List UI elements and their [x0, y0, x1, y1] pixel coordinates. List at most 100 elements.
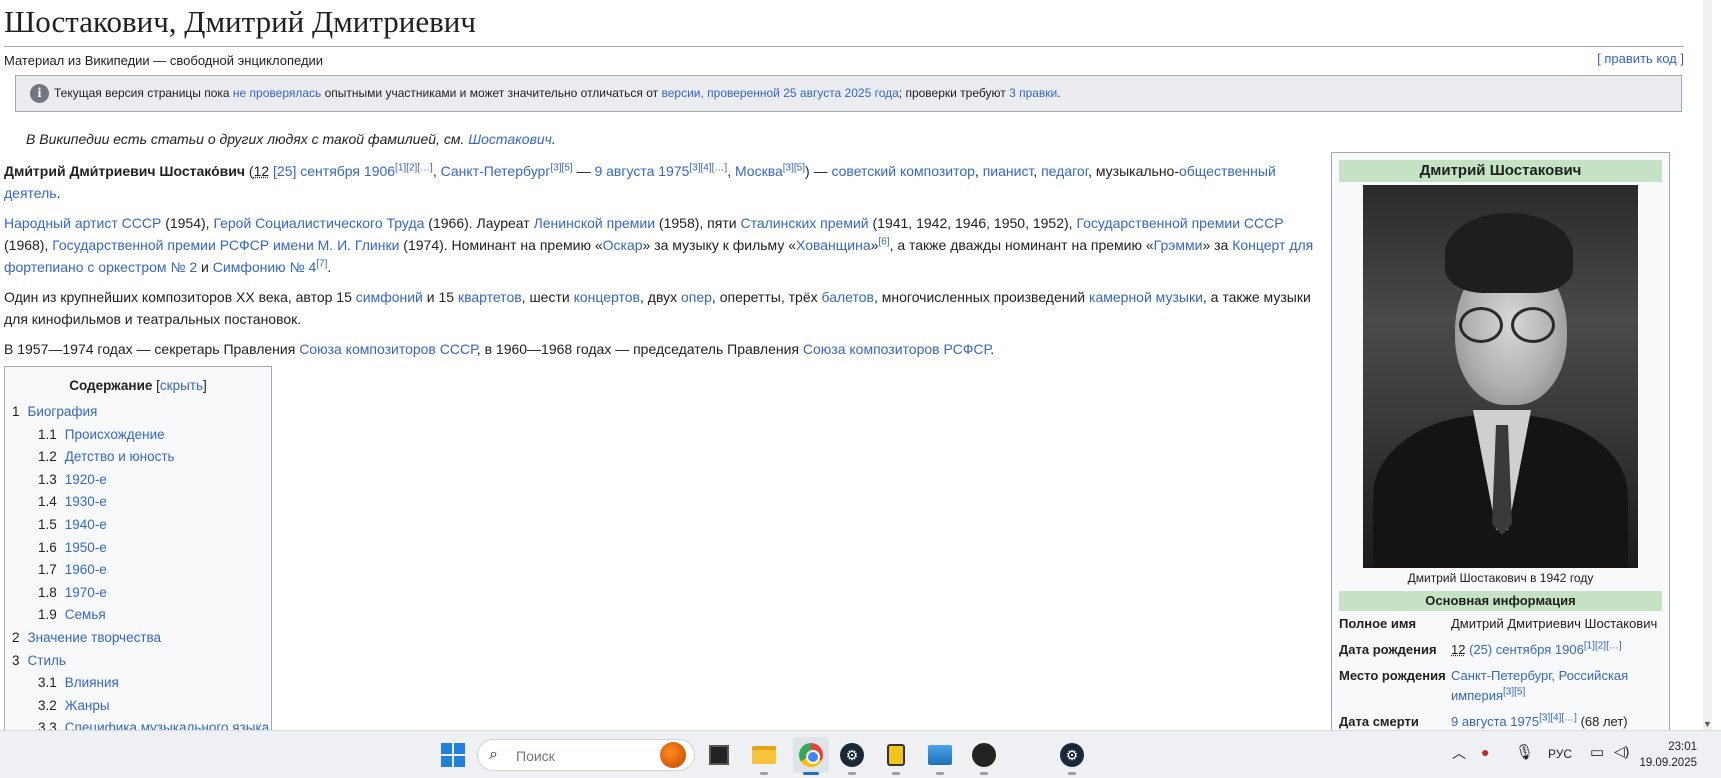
hatnote-link[interactable]: Шостакович [468, 131, 552, 147]
toc-item-link[interactable]: Влияния [65, 675, 119, 690]
toc-item-link[interactable]: 1930-е [65, 494, 107, 509]
death-place-link[interactable]: Москва [735, 163, 783, 179]
toc-item-link[interactable]: 1940-е [65, 517, 107, 532]
search-input[interactable] [514, 745, 638, 767]
death-date-link[interactable]: 9 августа 1975 [594, 163, 689, 179]
toc-item[interactable]: 1.5 1940-е [5, 514, 271, 537]
toc-item-link[interactable]: 1970-е [65, 585, 107, 600]
microphone-icon[interactable]: 🎙 [1515, 743, 1534, 761]
toc-item[interactable]: 2 Значение творчества [5, 627, 271, 650]
ref[interactable]: [3][5] [550, 162, 572, 173]
toc-item-number: 3.2 [38, 697, 57, 713]
vertical-scrollbar[interactable]: ▼ [1703, 0, 1712, 730]
genre-link[interactable]: камерной музыки [1089, 289, 1203, 305]
system-clock[interactable]: 23:01 19.09.2025 [1639, 739, 1697, 771]
award-link[interactable]: Сталинских премий [740, 215, 868, 231]
toc-item[interactable]: 1.1 Происхождение [5, 424, 271, 447]
toc-item[interactable]: 3.3 Специфика музыкального языка [5, 717, 271, 730]
ref[interactable]: [3][5] [783, 162, 805, 173]
lock-app-button[interactable] [881, 740, 911, 770]
edit-source-link[interactable]: [ править код ] [1597, 51, 1684, 66]
toc-item-link[interactable]: Семья [65, 607, 106, 622]
notice-link-unreviewed[interactable]: не проверялась [233, 86, 321, 100]
start-button[interactable] [438, 740, 468, 770]
chrome-icon [799, 743, 823, 767]
birth-place-link[interactable]: Санкт-Петербург, Российская империя [1451, 668, 1628, 703]
article-body: Дми́трий Дми́триевич Шостако́вич (12 [25… [4, 160, 1316, 368]
chrome-button[interactable] [793, 737, 829, 773]
portrait-photo[interactable] [1363, 185, 1638, 568]
ref[interactable]: [7] [316, 258, 327, 269]
notice-link-version[interactable]: версии, проверенной 25 августа 2025 года [661, 86, 898, 100]
toc-item[interactable]: 3.2 Жанры [5, 695, 271, 718]
toc-item[interactable]: 3 Стиль [5, 650, 271, 673]
genre-link[interactable]: опер [681, 289, 712, 305]
toc-item[interactable]: 1.4 1930-е [5, 491, 271, 514]
film-link[interactable]: Хованщина [796, 237, 871, 253]
ref[interactable]: [3][4][…] [1539, 713, 1577, 724]
notice-link-edits[interactable]: 3 правки [1009, 86, 1057, 100]
network-warning-icon[interactable]: ● [1481, 744, 1489, 760]
toc-item-link[interactable]: Жанры [65, 698, 110, 713]
ref[interactable]: [6] [878, 236, 889, 247]
union-link[interactable]: Союза композиторов СССР [299, 341, 477, 357]
toc-item-link[interactable]: Происхождение [65, 427, 165, 442]
toc-item-link[interactable]: 1950-е [65, 540, 107, 555]
scroll-down-arrow-icon[interactable]: ▼ [1703, 718, 1712, 730]
language-indicator[interactable]: РУС [1548, 747, 1572, 761]
award-link[interactable]: Государственной премии РСФСР имени М. И.… [52, 237, 399, 253]
birth-date-link[interactable]: (25) сентября 1906 [1465, 642, 1584, 657]
award-link[interactable]: Народный артист СССР [4, 215, 161, 231]
toc-item[interactable]: 1.9 Семья [5, 604, 271, 627]
toc-item-link[interactable]: 1920-е [65, 472, 107, 487]
union-link[interactable]: Союза композиторов РСФСР [803, 341, 990, 357]
ref[interactable]: [1][2][…] [395, 162, 433, 173]
birth-place-link[interactable]: Санкт-Петербург [441, 163, 551, 179]
occupation-link[interactable]: педагог [1041, 163, 1088, 179]
toc-item-link[interactable]: Стиль [28, 653, 66, 668]
work-link[interactable]: Симфонию № 4 [213, 259, 317, 275]
ref[interactable]: [1][2][…] [1584, 641, 1622, 652]
toc-item[interactable]: 1 Биография [5, 401, 271, 424]
julian-date: 12 [253, 163, 270, 179]
death-date-link[interactable]: 9 августа 1975 [1451, 714, 1539, 729]
toc-toggle-link[interactable]: скрыть [160, 378, 203, 393]
toc-item[interactable]: 1.8 1970-е [5, 582, 271, 605]
ref[interactable]: [3][5] [1503, 687, 1525, 698]
award-link[interactable]: Грэмми [1154, 237, 1203, 253]
toc-item[interactable]: 1.3 1920-е [5, 469, 271, 492]
toc-item[interactable]: 1.7 1960-е [5, 559, 271, 582]
obs-button[interactable] [969, 740, 999, 770]
steam-button[interactable]: ⚙ [837, 740, 867, 770]
toc-item-link[interactable]: Биография [28, 404, 98, 419]
volume-icon[interactable]: ◁) [1614, 743, 1629, 760]
award-link[interactable]: Ленинской премии [534, 215, 655, 231]
photos-button[interactable] [925, 740, 955, 770]
toc-item[interactable]: 1.6 1950-е [5, 537, 271, 560]
award-link[interactable]: Герой Социалистического Труда [213, 215, 424, 231]
award-link[interactable]: Оскар [603, 237, 643, 253]
steam-button-2[interactable]: ⚙ [1057, 740, 1087, 770]
task-view-button[interactable] [704, 740, 734, 770]
toc-item-link[interactable]: 1960-е [65, 562, 107, 577]
toc-item[interactable]: 1.2 Детство и юность [5, 446, 271, 469]
award-link[interactable]: Государственной премии СССР [1076, 215, 1283, 231]
search-icon: ⌕ [489, 746, 498, 763]
file-explorer-button[interactable] [749, 740, 779, 770]
birth-date-link[interactable]: [25] сентября 1906 [273, 163, 395, 179]
genre-link[interactable]: квартетов [458, 289, 522, 305]
toc-item[interactable]: 3.1 Влияния [5, 672, 271, 695]
toc-item-link[interactable]: Детство и юность [65, 449, 175, 464]
display-icon[interactable]: ▭ [1590, 743, 1604, 761]
toc-item-link[interactable]: Значение творчества [28, 630, 162, 645]
ref[interactable]: [3][4][…] [689, 162, 727, 173]
occupation-link[interactable]: советский композитор [831, 163, 974, 179]
taskbar-search[interactable]: ⌕ [477, 739, 695, 771]
occupation-link[interactable]: пианист [983, 163, 1034, 179]
genre-link[interactable]: симфоний [356, 289, 423, 305]
toc-item-link[interactable]: Специфика музыкального языка [65, 720, 269, 730]
chevron-up-icon[interactable]: ︿ [1452, 743, 1466, 763]
toc-bracket: [ [152, 378, 160, 393]
genre-link[interactable]: концертов [574, 289, 640, 305]
genre-link[interactable]: балетов [822, 289, 874, 305]
